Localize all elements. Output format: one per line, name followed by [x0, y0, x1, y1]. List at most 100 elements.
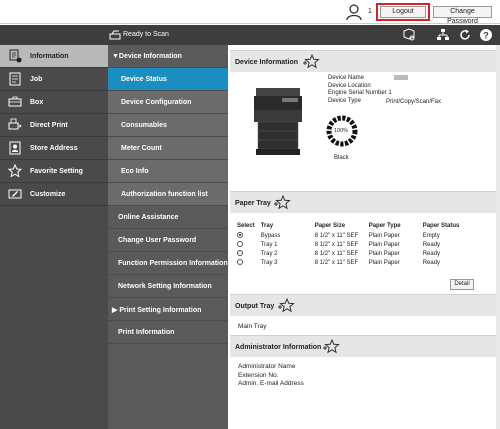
toner-percent: 100% — [334, 128, 349, 134]
nav-label: Job — [30, 76, 43, 83]
output-tray-header: Output Tray — [230, 294, 496, 316]
subnav-authorization-function-list[interactable]: Authorization function list — [108, 183, 228, 206]
favorite-star-icon[interactable] — [322, 339, 340, 355]
nav-label: Direct Print — [30, 122, 68, 129]
paper-type: Plain Paper — [368, 232, 400, 239]
network-icon[interactable] — [436, 28, 450, 42]
column-header: Tray — [260, 223, 274, 229]
paper-size: 8 1/2" x 11" SEF — [314, 232, 359, 239]
column-header: Select — [237, 223, 255, 229]
subnav-online-assistance[interactable]: Online Assistance — [108, 206, 228, 229]
tray-name: Bypass — [260, 232, 281, 239]
paper-status: Ready — [422, 250, 441, 257]
paper-size: 8 1/2" x 11" SEF — [314, 241, 359, 248]
tray-radio[interactable] — [237, 249, 243, 256]
subnav-print-setting-information[interactable]: ▶ Print Setting Information — [108, 298, 228, 321]
favorite-star-icon[interactable] — [277, 298, 295, 314]
direct-print-icon — [8, 118, 22, 130]
subnav-function-permission-information[interactable]: Function Permission Information — [108, 252, 228, 275]
tray-radio[interactable] — [237, 258, 243, 265]
svg-text:?: ? — [483, 31, 489, 41]
nav-item-box[interactable]: Box — [0, 91, 108, 114]
main-content: Device Information Device Name Device Lo… — [230, 45, 500, 429]
info-icon — [9, 49, 22, 63]
paper-type: Plain Paper — [368, 259, 400, 266]
user-icon[interactable] — [345, 3, 363, 21]
job-icon — [9, 72, 21, 86]
section-title: Paper Tray — [235, 200, 271, 207]
column-header: Paper Size — [314, 223, 346, 229]
device-name-value-redacted — [394, 75, 408, 80]
nav-item-store-address[interactable]: Store Address — [0, 137, 108, 160]
paper-type: Plain Paper — [368, 241, 400, 248]
nav-label: Favorite Setting — [30, 168, 83, 175]
subnav-device-information[interactable]: ▼Device Information — [108, 45, 228, 68]
address-book-icon — [9, 141, 21, 155]
favorite-star-icon[interactable] — [302, 54, 320, 70]
subnav-label: Consumables — [121, 122, 167, 129]
paper-status: Empty — [422, 232, 440, 239]
refresh-icon[interactable] — [458, 28, 472, 42]
extension-no-label: Extension No. — [238, 371, 279, 379]
customize-icon — [8, 189, 22, 199]
search-device-icon[interactable] — [402, 28, 416, 42]
subnav-label: Print Information — [118, 329, 175, 336]
admin-email-label: Admin. E-mail Address — [238, 380, 304, 387]
favorite-star-icon[interactable] — [273, 195, 291, 211]
top-bar: 1 Logout Change Password — [0, 0, 500, 25]
nav-item-information[interactable]: Information — [0, 45, 108, 68]
help-icon[interactable]: ? — [479, 28, 493, 42]
paper-type: Plain Paper — [368, 250, 400, 257]
device-info-labels: Device Name Device Location Engine Seria… — [328, 75, 392, 105]
subnav-label: Network Setting Information — [118, 283, 212, 290]
paper-tray-header: Paper Tray — [230, 191, 496, 213]
administrator-information-header: Administrator Information — [230, 335, 496, 357]
status-header: Ready to Scan ? — [0, 25, 500, 45]
tray-name: Tray 3 — [260, 259, 278, 266]
column-header: Paper Status — [422, 223, 460, 229]
subnav-change-user-password[interactable]: Change User Password — [108, 229, 228, 252]
section-title: Device Information — [235, 59, 299, 66]
subnav-consumables[interactable]: Consumables — [108, 114, 228, 137]
paper-size: 8 1/2" x 11" SEF — [314, 250, 359, 257]
vertical-scrollbar[interactable] — [496, 45, 500, 429]
nav-label: Customize — [30, 191, 66, 198]
table-header-row: Select Tray Paper Size Paper Type Paper … — [234, 221, 470, 231]
nav-item-direct-print[interactable]: Direct Print — [0, 114, 108, 137]
subnav-eco-info[interactable]: Eco Info — [108, 160, 228, 183]
change-password-button[interactable]: Change Password — [433, 6, 492, 25]
scanner-icon — [109, 30, 121, 40]
nav-item-job[interactable]: Job — [0, 68, 108, 91]
box-icon — [8, 96, 22, 107]
subnav-label: Eco Info — [121, 168, 149, 175]
subnav-label: Meter Count — [121, 145, 162, 152]
main-nav: Information Job Box Direct Print Store A… — [0, 45, 108, 429]
subnav-device-configuration[interactable]: Device Configuration — [108, 91, 228, 114]
subnav-print-information[interactable]: Print Information — [108, 321, 228, 344]
section-title: Output Tray — [235, 303, 275, 310]
section-title: Administrator Information — [235, 344, 322, 351]
main-tray-text: Main Tray — [238, 323, 267, 330]
paper-tray-table: Select Tray Paper Size Paper Type Paper … — [234, 221, 470, 267]
scan-status-text: Ready to Scan — [123, 31, 169, 38]
nav-label: Box — [30, 99, 44, 106]
sub-nav: ▼Device Information Device Status Device… — [108, 45, 228, 429]
subnav-device-status[interactable]: Device Status — [108, 68, 228, 91]
detail-button[interactable]: Detail — [450, 279, 474, 290]
subnav-label: Device Status — [121, 76, 167, 83]
subnav-network-setting-information[interactable]: Network Setting Information — [108, 275, 228, 298]
admin-name-label: Administrator Name — [238, 363, 296, 370]
user-count: 1 — [368, 8, 372, 15]
subnav-meter-count[interactable]: Meter Count — [108, 137, 228, 160]
table-row: Tray 2 8 1/2" x 11" SEF Plain Paper Read… — [234, 249, 470, 258]
toner-color-label: Black — [334, 155, 349, 161]
nav-item-favorite-setting[interactable]: Favorite Setting — [0, 160, 108, 183]
column-header: Paper Type — [368, 223, 401, 229]
tray-name: Tray 1 — [260, 241, 278, 248]
device-location-label: Device Location — [328, 82, 371, 89]
logout-button[interactable]: Logout — [380, 6, 426, 18]
nav-item-customize[interactable]: Customize — [0, 183, 108, 206]
tray-name: Tray 2 — [260, 250, 278, 257]
tray-radio[interactable] — [237, 240, 243, 247]
tray-radio[interactable] — [237, 231, 243, 238]
